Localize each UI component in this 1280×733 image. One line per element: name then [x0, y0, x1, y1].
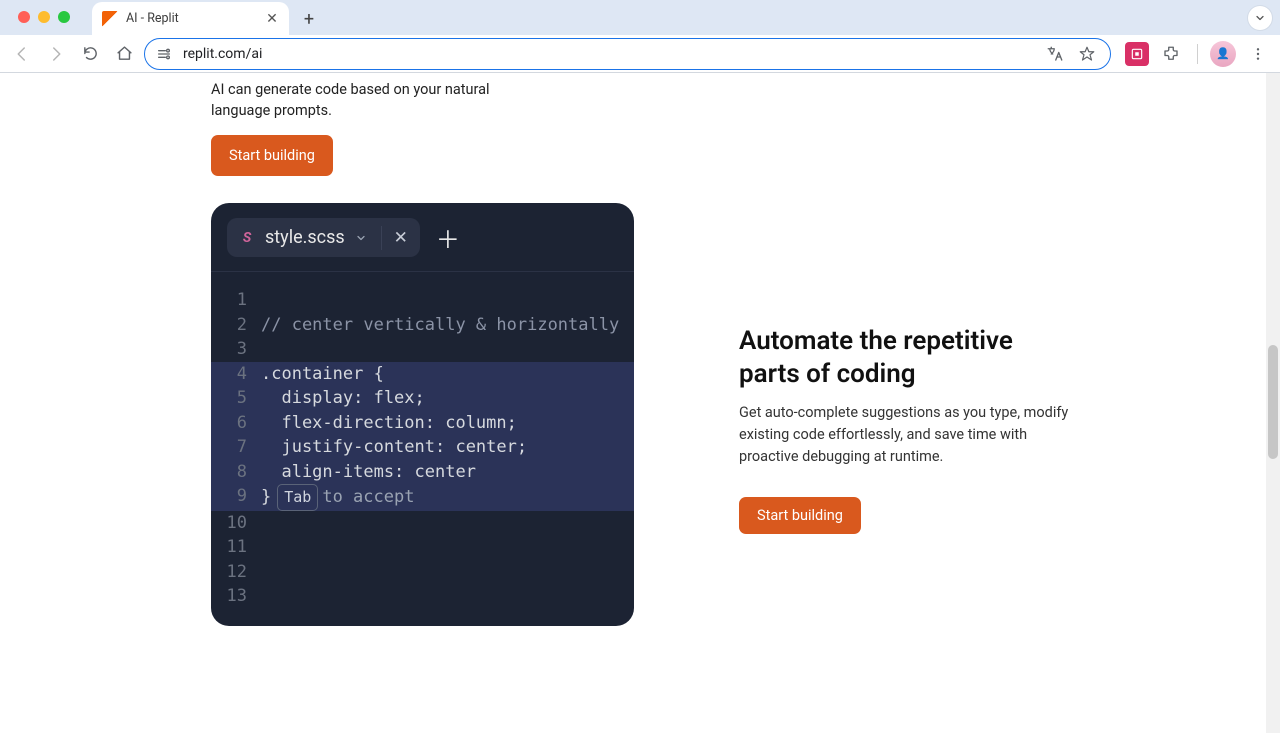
- forward-button[interactable]: [42, 40, 70, 68]
- code-text: }: [261, 487, 271, 507]
- page-viewport: AI can generate code based on your natur…: [0, 73, 1280, 733]
- start-building-button-upper[interactable]: Start building: [211, 135, 333, 176]
- code-editor-card: S style.scss ✕ ＋ 1 2// center vertically…: [211, 203, 634, 626]
- line-number: 7: [211, 435, 261, 460]
- code-line: [261, 535, 634, 560]
- chevron-down-icon[interactable]: [355, 232, 367, 244]
- window-minimize-button[interactable]: [38, 11, 50, 23]
- line-number: 11: [211, 535, 261, 560]
- tab-strip: AI - Replit ✕ +: [0, 0, 1280, 35]
- code-area[interactable]: 1 2// center vertically & horizontally 3…: [211, 272, 634, 609]
- line-number: 3: [211, 337, 261, 362]
- line-number: 13: [211, 584, 261, 609]
- code-line: [261, 337, 634, 362]
- extension-badge[interactable]: [1125, 42, 1149, 66]
- profile-avatar[interactable]: 👤: [1210, 41, 1236, 67]
- replit-favicon: [102, 11, 118, 27]
- home-button[interactable]: [110, 40, 138, 68]
- sass-icon: S: [239, 230, 255, 246]
- code-line: align-items: center: [261, 460, 634, 485]
- bookmark-icon[interactable]: [1078, 45, 1100, 63]
- line-number: 5: [211, 386, 261, 411]
- code-line: .container {: [261, 362, 634, 387]
- code-line: [261, 511, 634, 536]
- feature-block: Automate the repetitive parts of coding …: [739, 325, 1069, 534]
- code-line: [261, 560, 634, 585]
- feature-heading: Automate the repetitive parts of coding: [739, 325, 1069, 390]
- line-number: 1: [211, 288, 261, 313]
- editor-file-tab[interactable]: S style.scss ✕: [227, 218, 420, 257]
- toolbar-right: 👤: [1117, 40, 1272, 68]
- line-number: 4: [211, 362, 261, 387]
- code-line: display: flex;: [261, 386, 634, 411]
- line-number: 2: [211, 313, 261, 338]
- toolbar-divider: [1197, 44, 1198, 64]
- url-text: replit.com/ai: [183, 46, 1036, 62]
- add-file-button[interactable]: ＋: [432, 220, 464, 255]
- close-file-icon[interactable]: ✕: [394, 228, 408, 248]
- scrollbar-thumb[interactable]: [1268, 345, 1278, 459]
- browser-chrome: AI - Replit ✕ + replit.com/ai: [0, 0, 1280, 73]
- chevron-down-icon: [1254, 12, 1266, 24]
- line-number: 9: [211, 484, 261, 511]
- extensions-button[interactable]: [1157, 40, 1185, 68]
- upper-section: AI can generate code based on your natur…: [211, 79, 531, 176]
- editor-tabbar: S style.scss ✕ ＋: [211, 203, 634, 257]
- accept-hint: to accept: [322, 487, 414, 507]
- browser-tab[interactable]: AI - Replit ✕: [92, 2, 289, 35]
- tab-key-hint: Tab: [277, 484, 318, 511]
- code-line: justify-content: center;: [261, 435, 634, 460]
- site-settings-icon[interactable]: [155, 46, 173, 62]
- window-controls: [10, 11, 70, 35]
- close-tab-icon[interactable]: ✕: [265, 12, 279, 26]
- start-building-button[interactable]: Start building: [739, 497, 861, 534]
- code-line: } Tabto accept: [261, 484, 634, 511]
- line-number: 6: [211, 411, 261, 436]
- code-line: [261, 584, 634, 609]
- editor-filename: style.scss: [265, 227, 345, 248]
- reload-button[interactable]: [76, 40, 104, 68]
- menu-button[interactable]: [1244, 40, 1272, 68]
- translate-icon[interactable]: [1046, 45, 1068, 63]
- browser-toolbar: replit.com/ai 👤: [0, 35, 1280, 72]
- address-bar[interactable]: replit.com/ai: [144, 38, 1111, 70]
- line-number: 10: [211, 511, 261, 536]
- new-tab-button[interactable]: +: [295, 5, 323, 33]
- back-button[interactable]: [8, 40, 36, 68]
- window-close-button[interactable]: [18, 11, 30, 23]
- window-zoom-button[interactable]: [58, 11, 70, 23]
- tab-title: AI - Replit: [126, 11, 257, 26]
- code-line: // center vertically & horizontally: [261, 313, 634, 338]
- code-line: flex-direction: column;: [261, 411, 634, 436]
- line-number: 12: [211, 560, 261, 585]
- code-line: [261, 288, 634, 313]
- tab-search-button[interactable]: [1248, 6, 1272, 30]
- feature-description: Get auto-complete suggestions as you typ…: [739, 402, 1069, 467]
- tab-divider: [381, 226, 382, 250]
- line-number: 8: [211, 460, 261, 485]
- scrollbar-track[interactable]: [1266, 73, 1280, 733]
- upper-description: AI can generate code based on your natur…: [211, 79, 531, 121]
